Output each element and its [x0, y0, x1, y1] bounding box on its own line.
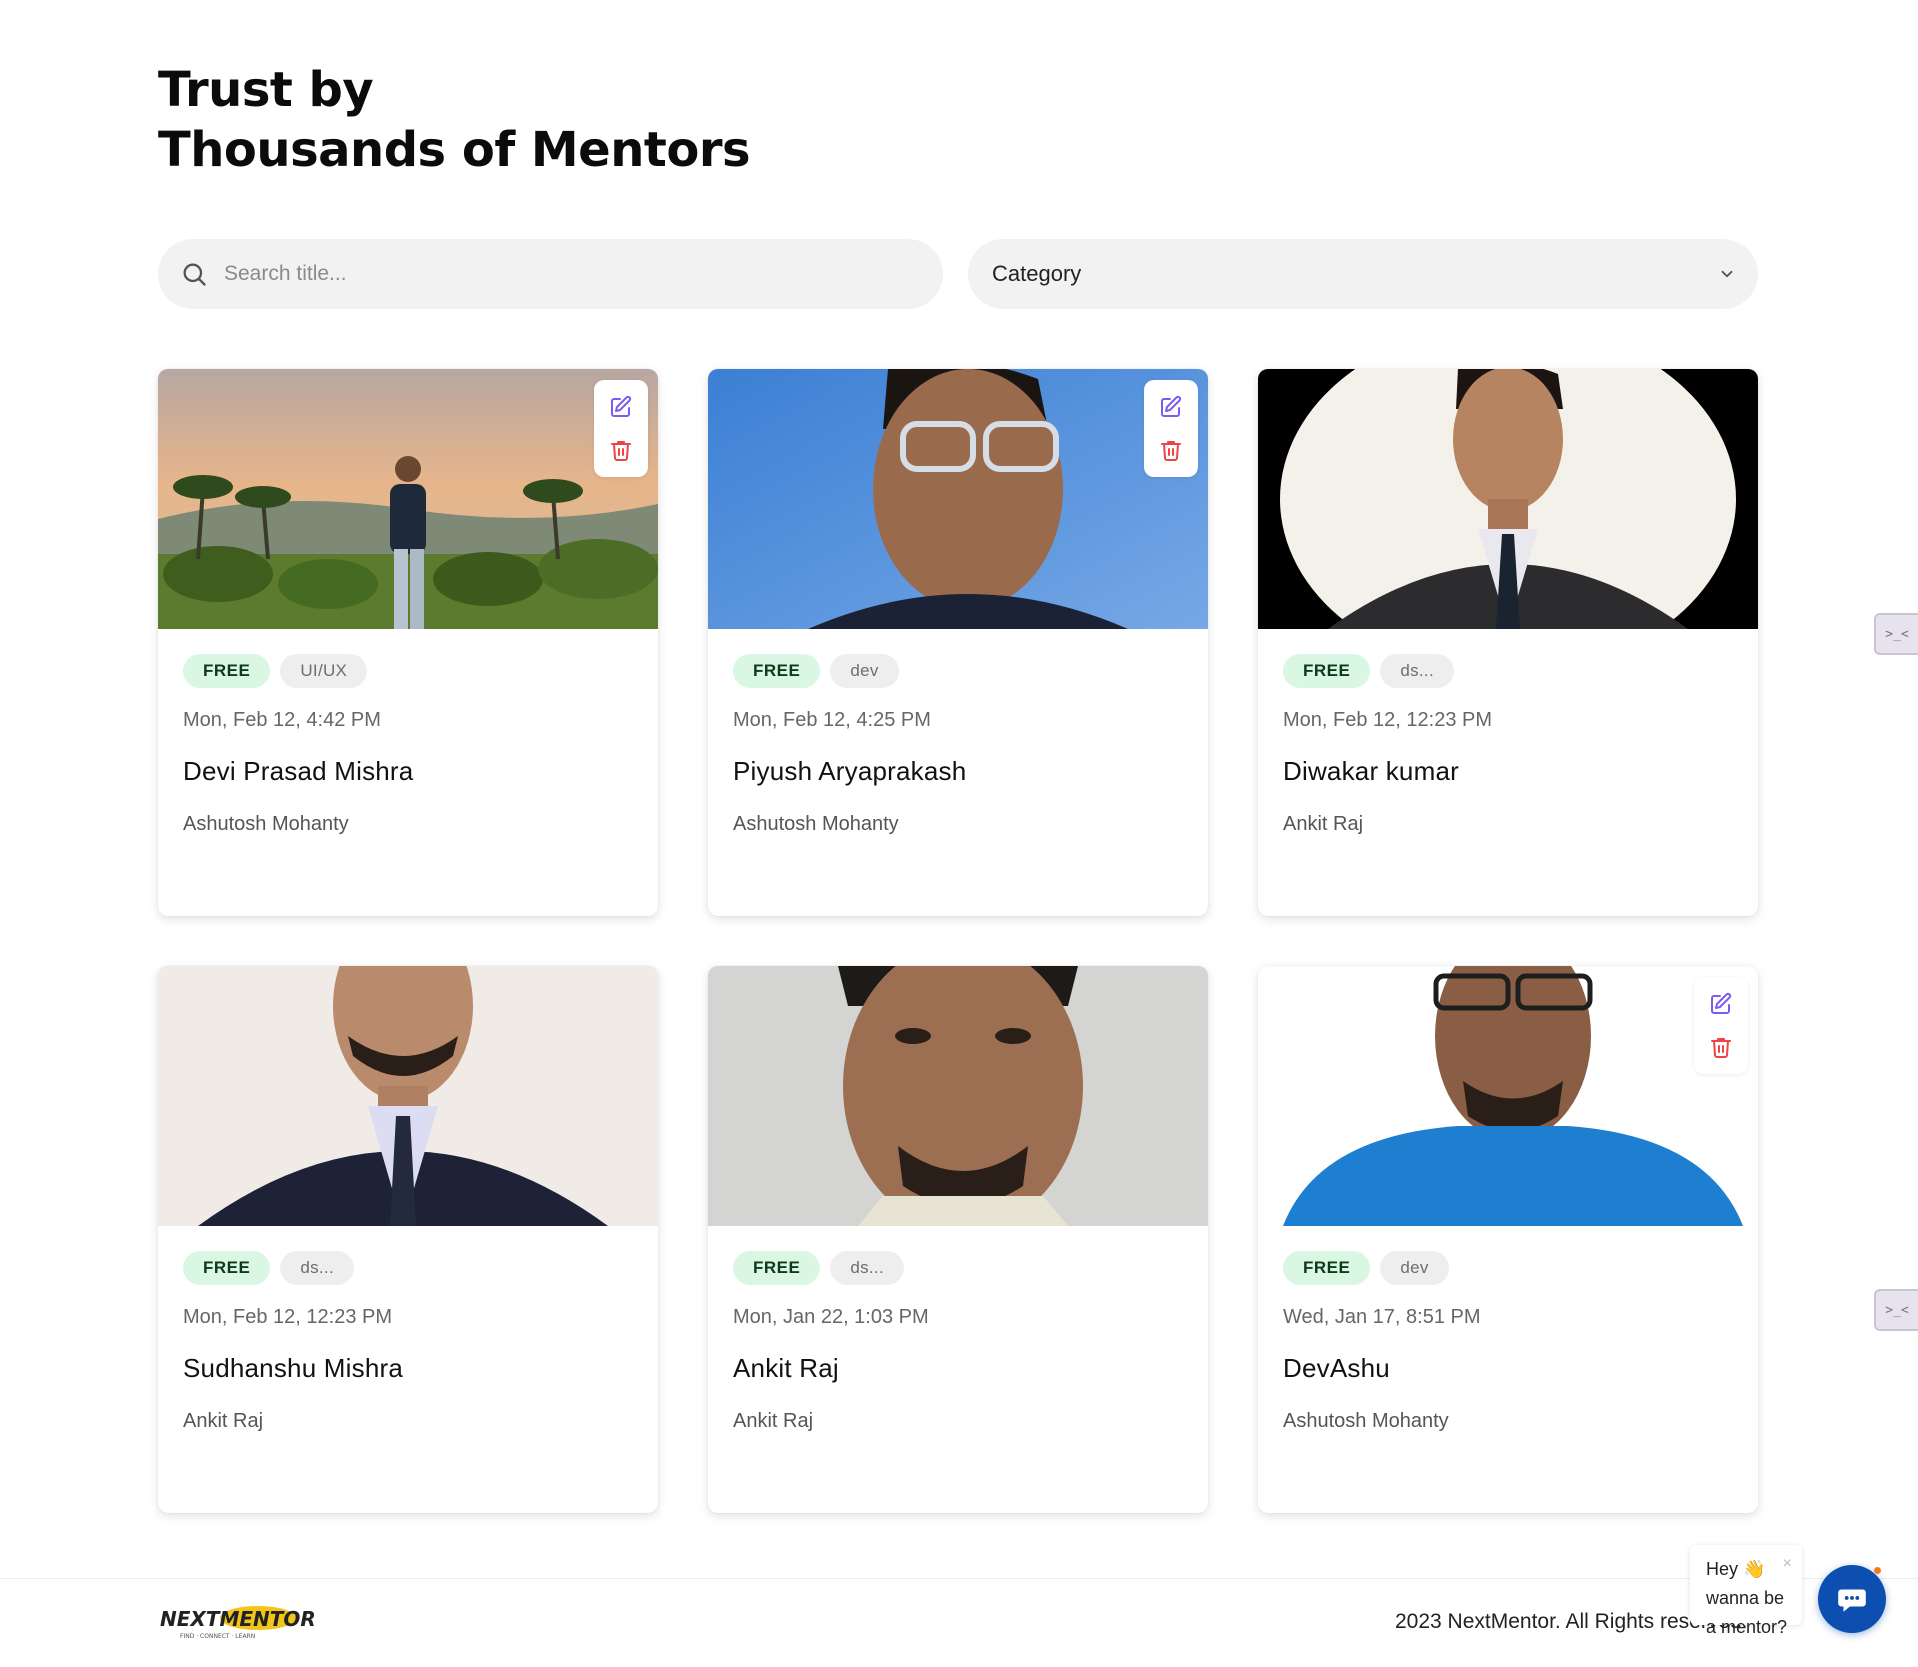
price-badge: FREE — [1283, 1251, 1371, 1285]
edit-button[interactable] — [1706, 989, 1736, 1019]
mentor-photo — [158, 966, 658, 1226]
category-select-label: Category — [992, 261, 1082, 286]
mentor-name[interactable]: Piyush Aryaprakash — [733, 756, 1183, 787]
side-widget-label: >_< — [1885, 1302, 1909, 1318]
category-badge: dev — [1380, 1251, 1449, 1285]
tag-list: FREE ds... — [183, 1251, 633, 1285]
mentor-name[interactable]: Devi Prasad Mishra — [183, 756, 633, 787]
mentor-photo — [1258, 966, 1758, 1226]
created-by: Ankit Raj — [1283, 813, 1364, 835]
footer-logo[interactable]: NEXTMENTOR FIND · CONNECT · LEARN — [158, 1600, 318, 1644]
logo-tagline: FIND · CONNECT · LEARN — [180, 1633, 255, 1640]
price-badge: FREE — [183, 654, 271, 688]
edit-icon — [1161, 396, 1182, 418]
session-date: Wed, Jan 17, 8:51 PM — [1283, 1306, 1481, 1328]
card-actions — [1144, 380, 1198, 477]
session-date: Mon, Jan 22, 1:03 PM — [733, 1306, 929, 1328]
delete-button[interactable] — [606, 435, 636, 465]
card-body: FREE dev Wed, Jan 17, 8:51 PM DevAshu As… — [1258, 1226, 1758, 1433]
mentor-card[interactable]: FREE ds... Mon, Jan 22, 1:03 PM Ankit Ra… — [708, 966, 1208, 1513]
trash-icon — [1161, 440, 1181, 461]
search-icon — [183, 263, 206, 286]
card-actions — [1694, 977, 1748, 1074]
side-widget-tab[interactable]: >_< — [1874, 1289, 1918, 1331]
edit-button[interactable] — [606, 392, 636, 422]
trash-icon — [1711, 1037, 1731, 1058]
price-badge: FREE — [733, 1251, 821, 1285]
chat-button[interactable] — [1818, 1565, 1886, 1633]
card-body: FREE ds... Mon, Feb 12, 12:23 PM Sudhans… — [158, 1226, 658, 1433]
delete-button[interactable] — [1706, 1032, 1736, 1062]
created-by: Ashutosh Mohanty — [1283, 1410, 1449, 1432]
created-by: Ashutosh Mohanty — [183, 813, 349, 835]
mentor-photo — [158, 369, 658, 629]
trash-icon — [611, 440, 631, 461]
tag-list: FREE ds... — [733, 1251, 1183, 1285]
price-badge: FREE — [1283, 654, 1371, 688]
category-badge: UI/UX — [280, 654, 368, 688]
edit-button[interactable] — [1156, 392, 1186, 422]
side-widget-tab[interactable]: >_< — [1874, 613, 1918, 655]
side-widget-label: >_< — [1885, 626, 1909, 642]
price-badge: FREE — [733, 654, 821, 688]
mentor-card[interactable]: FREE UI/UX Mon, Feb 12, 4:42 PM Devi Pra… — [158, 369, 658, 916]
edit-icon — [1711, 993, 1732, 1015]
page-title-line-1: Trust by — [158, 62, 374, 118]
mentor-grid: FREE UI/UX Mon, Feb 12, 4:42 PM Devi Pra… — [158, 369, 1759, 1513]
tag-list: FREE UI/UX — [183, 654, 633, 688]
mentor-card[interactable]: FREE ds... Mon, Feb 12, 12:23 PM Diwakar… — [1258, 369, 1758, 916]
category-badge: dev — [830, 654, 899, 688]
created-by: Ankit Raj — [183, 1410, 264, 1432]
tag-list: FREE ds... — [1283, 654, 1733, 688]
search-input[interactable] — [224, 262, 904, 286]
session-date: Mon, Feb 12, 4:25 PM — [733, 709, 931, 731]
mentor-card[interactable]: FREE ds... Mon, Feb 12, 12:23 PM Sudhans… — [158, 966, 658, 1513]
price-badge: FREE — [183, 1251, 271, 1285]
page-title: Trust by Thousands of Mentors — [158, 60, 751, 180]
session-date: Mon, Feb 12, 12:23 PM — [1283, 709, 1493, 731]
mentor-card[interactable]: FREE dev Mon, Feb 12, 4:25 PM Piyush Ary… — [708, 369, 1208, 916]
mentor-name[interactable]: Sudhanshu Mishra — [183, 1353, 633, 1384]
category-select[interactable]: Category — [968, 239, 1758, 309]
session-date: Mon, Feb 12, 12:23 PM — [183, 1306, 393, 1328]
category-badge: ds... — [1380, 654, 1454, 688]
category-badge: ds... — [280, 1251, 354, 1285]
mentor-card[interactable]: FREE dev Wed, Jan 17, 8:51 PM DevAshu As… — [1258, 966, 1758, 1513]
logo-text: NEXTMENTOR — [160, 1607, 316, 1631]
close-icon[interactable]: × — [1783, 1549, 1792, 1578]
page-title-line-2: Thousands of Mentors — [158, 122, 751, 178]
delete-button[interactable] — [1156, 435, 1186, 465]
chat-greeting-popup[interactable]: × Hey 👋 wanna be a mentor? — [1690, 1545, 1802, 1637]
card-body: FREE ds... Mon, Feb 12, 12:23 PM Diwakar… — [1258, 629, 1758, 836]
card-body: FREE ds... Mon, Jan 22, 1:03 PM Ankit Ra… — [708, 1226, 1208, 1433]
mentor-name[interactable]: DevAshu — [1283, 1353, 1733, 1384]
footer-divider — [0, 1578, 1918, 1579]
notification-dot — [1874, 1567, 1881, 1574]
edit-icon — [611, 396, 632, 418]
chat-icon — [1838, 1589, 1866, 1612]
tag-list: FREE dev — [1283, 1251, 1733, 1285]
mentor-name[interactable]: Ankit Raj — [733, 1353, 1183, 1384]
mentor-photo — [708, 966, 1208, 1226]
card-body: FREE dev Mon, Feb 12, 4:25 PM Piyush Ary… — [708, 629, 1208, 836]
created-by: Ankit Raj — [733, 1410, 814, 1432]
chat-greeting-message: Hey 👋 wanna be a mentor? — [1706, 1559, 1788, 1637]
session-date: Mon, Feb 12, 4:42 PM — [183, 709, 381, 731]
mentor-photo — [1258, 369, 1758, 629]
mentor-photo — [708, 369, 1208, 629]
card-body: FREE UI/UX Mon, Feb 12, 4:42 PM Devi Pra… — [158, 629, 658, 836]
card-actions — [594, 380, 648, 477]
mentor-name[interactable]: Diwakar kumar — [1283, 756, 1733, 787]
created-by: Ashutosh Mohanty — [733, 813, 899, 835]
category-badge: ds... — [830, 1251, 904, 1285]
chevron-down-icon — [1721, 270, 1733, 278]
tag-list: FREE dev — [733, 654, 1183, 688]
search-bar[interactable] — [158, 239, 943, 309]
